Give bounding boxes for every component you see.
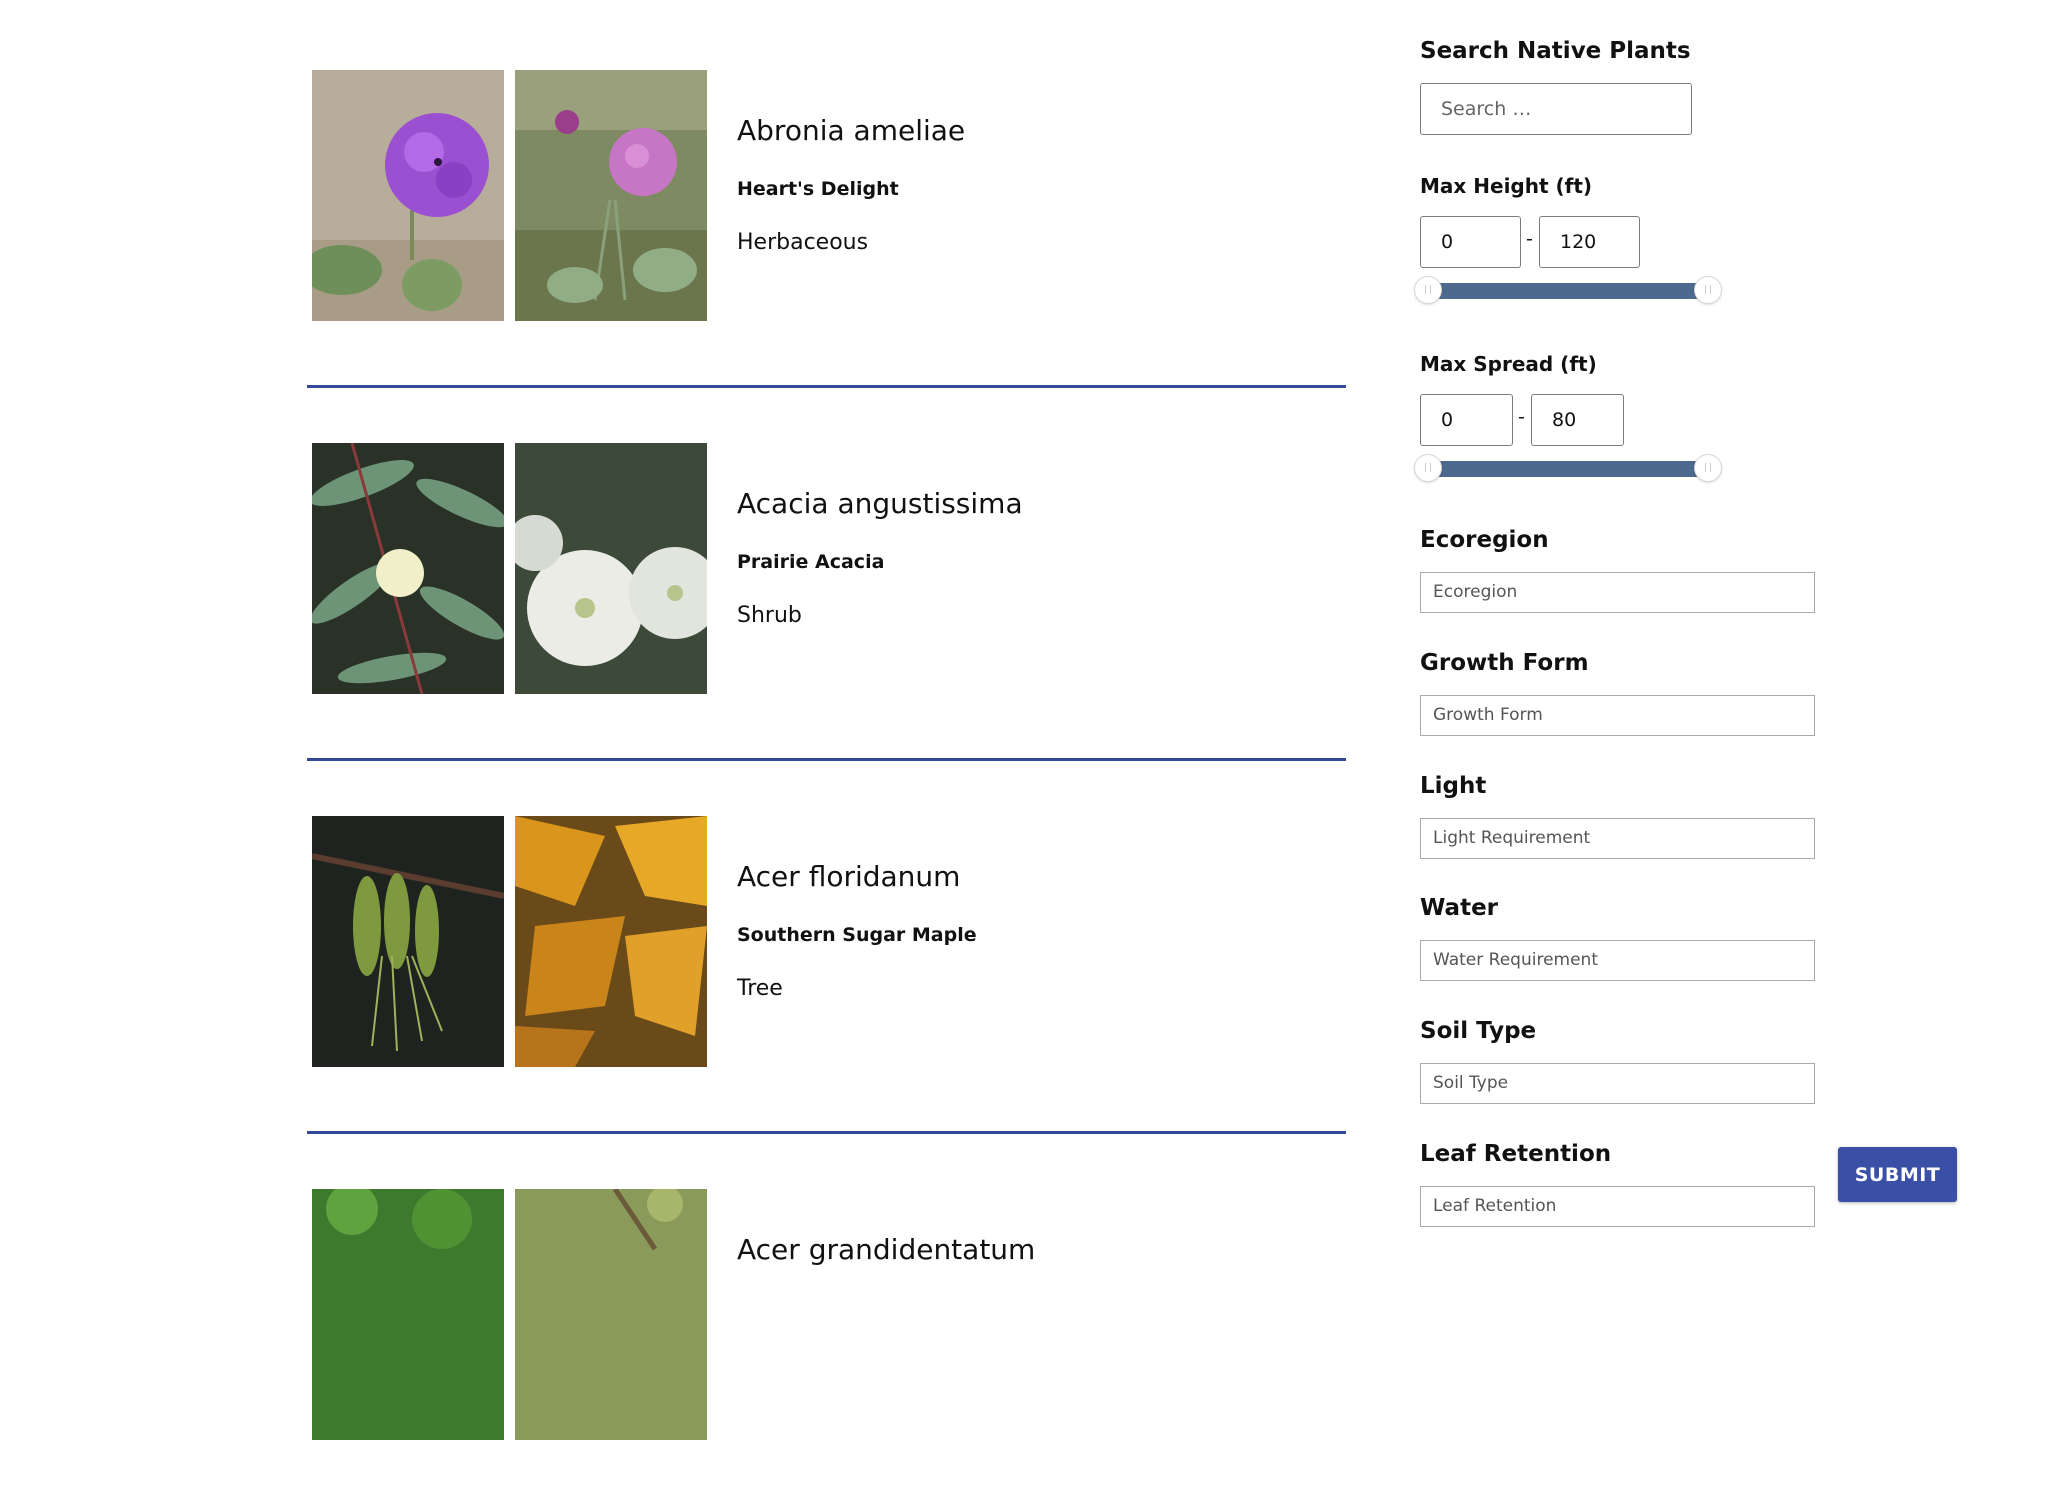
submit-button[interactable]: SUBMIT	[1838, 1147, 1957, 1202]
slider-min-handle[interactable]	[1415, 277, 1441, 303]
growth-form: Herbaceous	[737, 230, 869, 255]
scientific-name[interactable]: Acer grandidentatum	[737, 1233, 1035, 1266]
max-spread-min-input[interactable]	[1420, 394, 1513, 446]
light-label: Light	[1420, 773, 1487, 799]
leaf-retention-label: Leaf Retention	[1420, 1141, 1612, 1167]
water-label: Water	[1420, 895, 1499, 921]
slider-max-handle[interactable]	[1695, 277, 1721, 303]
max-spread-slider[interactable]	[1415, 455, 1721, 481]
slider-track	[1428, 461, 1708, 477]
plant-photo[interactable]	[312, 816, 504, 1067]
common-name: Prairie Acacia	[737, 551, 885, 573]
plant-card[interactable]: Acacia angustissima Prairie Acacia Shrub	[307, 373, 1346, 761]
plant-photo[interactable]	[312, 443, 504, 694]
max-height-label: Max Height (ft)	[1420, 174, 1593, 198]
plant-photo[interactable]	[312, 1189, 504, 1440]
range-separator: -	[1518, 406, 1525, 428]
range-separator: -	[1526, 228, 1533, 250]
slider-min-handle[interactable]	[1415, 455, 1441, 481]
ecoregion-label: Ecoregion	[1420, 527, 1549, 553]
growth-form-label: Growth Form	[1420, 650, 1589, 676]
plant-card[interactable]: Abronia ameliae Heart's Delight Herbaceo…	[307, 0, 1346, 388]
common-name: Southern Sugar Maple	[737, 924, 977, 946]
max-spread-label: Max Spread (ft)	[1420, 352, 1597, 376]
plant-photo[interactable]	[515, 443, 707, 694]
search-label: Search Native Plants	[1420, 38, 1691, 64]
scientific-name[interactable]: Abronia ameliae	[737, 114, 965, 147]
slider-max-handle[interactable]	[1695, 455, 1721, 481]
plant-card[interactable]: Acer floridanum Southern Sugar Maple Tre…	[307, 746, 1346, 1134]
plant-photo[interactable]	[515, 1189, 707, 1440]
plant-photo[interactable]	[515, 70, 707, 321]
max-height-slider[interactable]	[1415, 277, 1721, 303]
ecoregion-select[interactable]: Ecoregion	[1420, 572, 1815, 613]
scientific-name[interactable]: Acacia angustissima	[737, 487, 1023, 520]
soil-type-label: Soil Type	[1420, 1018, 1537, 1044]
water-select[interactable]: Water Requirement	[1420, 940, 1815, 981]
slider-track	[1428, 283, 1708, 299]
plant-photo[interactable]	[515, 816, 707, 1067]
growth-form: Shrub	[737, 603, 802, 628]
growth-form-select[interactable]: Growth Form	[1420, 695, 1815, 736]
plant-card[interactable]: Acer grandidentatum	[307, 1119, 1346, 1492]
search-input[interactable]	[1420, 83, 1692, 135]
growth-form: Tree	[737, 976, 783, 1001]
max-height-max-input[interactable]	[1539, 216, 1640, 268]
common-name: Heart's Delight	[737, 178, 899, 200]
light-select[interactable]: Light Requirement	[1420, 818, 1815, 859]
soil-type-select[interactable]: Soil Type	[1420, 1063, 1815, 1104]
scientific-name[interactable]: Acer floridanum	[737, 860, 960, 893]
max-spread-max-input[interactable]	[1531, 394, 1624, 446]
leaf-retention-select[interactable]: Leaf Retention	[1420, 1186, 1815, 1227]
max-height-min-input[interactable]	[1420, 216, 1521, 268]
plant-photo[interactable]	[312, 70, 504, 321]
